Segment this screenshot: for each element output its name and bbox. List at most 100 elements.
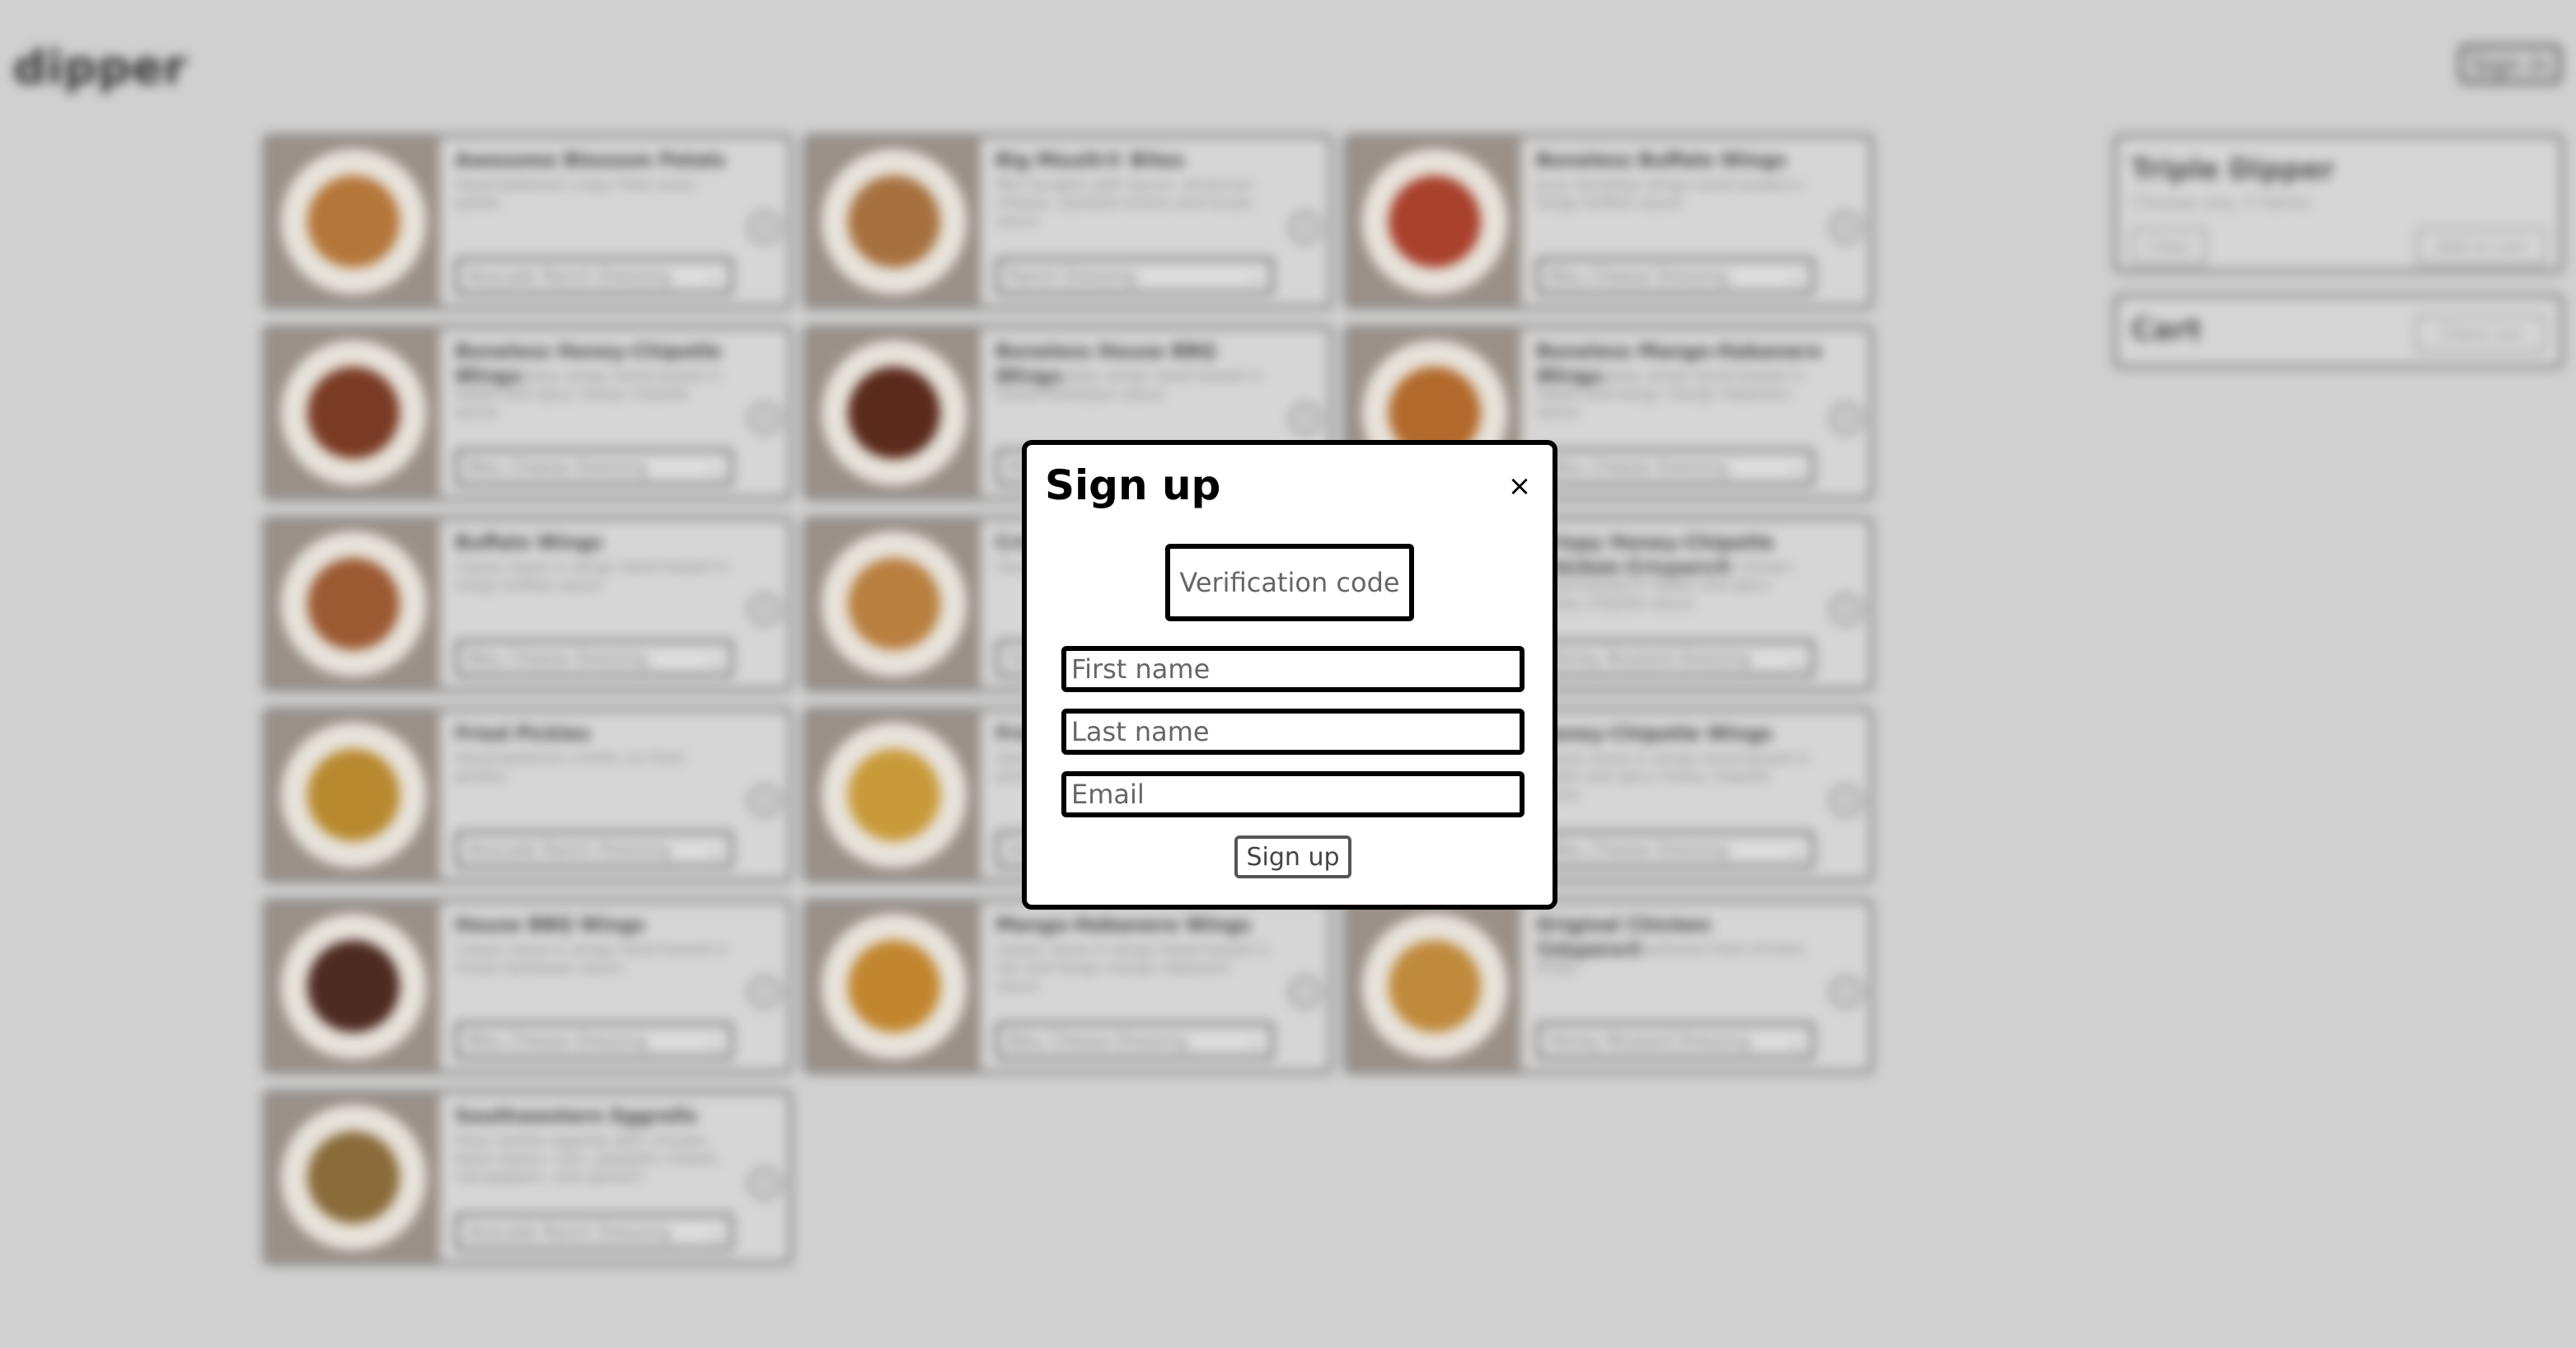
last-name-input[interactable] (1061, 709, 1525, 755)
menu-item-card: House BBQ Wings Classic bone-in wings han… (262, 898, 793, 1074)
menu-item-image (808, 521, 981, 687)
menu-item-image (808, 712, 981, 878)
dressing-select[interactable]: Avocado Ranch Dressing ⌄ (455, 257, 733, 295)
chevron-down-icon: ⌄ (707, 457, 721, 477)
menu-item-title: House BBQ Wings (455, 915, 646, 936)
menu-item-description: Mini burgers with bacon, American cheese… (995, 176, 1254, 230)
add-item-icon[interactable]: + (1829, 402, 1862, 435)
chevron-down-icon: ⌄ (1788, 266, 1802, 286)
dressing-value: Bleu Cheese Dressing (1548, 840, 1729, 859)
menu-item-description: Classic bone-in wings hand-tossed in hou… (455, 941, 729, 976)
menu-item-description: Flour tortilla eggrolls with chicken, bl… (455, 1132, 721, 1186)
add-item-icon[interactable]: + (1829, 976, 1862, 1009)
dressing-select[interactable]: Honey Mustard Dressing ⌄ (1536, 639, 1815, 677)
dressing-select[interactable]: Bleu Cheese Dressing ⌄ (455, 1022, 733, 1060)
add-item-icon[interactable]: + (1289, 976, 1322, 1009)
menu-item-image (267, 903, 440, 1070)
menu-item-image (808, 903, 981, 1070)
menu-item-description: Classic bone-in wings hand-tossed in swe… (1536, 750, 1810, 803)
dressing-select[interactable]: Bleu Cheese Dressing ⌄ (1536, 257, 1815, 295)
add-item-icon[interactable]: + (748, 784, 781, 817)
add-item-icon[interactable]: + (748, 211, 781, 244)
add-item-icon[interactable]: + (1289, 402, 1322, 435)
add-item-icon[interactable]: + (748, 593, 781, 626)
dressing-select[interactable]: Bleu Cheese Dressing ⌄ (455, 639, 733, 677)
menu-item-title: Boneless Buffalo Wings (1536, 150, 1787, 171)
chevron-down-icon: ⌄ (707, 1222, 721, 1242)
menu-item-description: Juicy boneless wings hand-tossed in swee… (1536, 367, 1804, 421)
menu-item-title: Honey-Chipotle Wings (1536, 723, 1773, 745)
menu-item-image (267, 521, 440, 687)
menu-item-card: Original Chicken Crispers® Original hand-… (1343, 898, 1874, 1074)
dressing-select[interactable]: Ranch Dressing ⌄ (995, 257, 1274, 295)
dressing-value: Honey Mustard Dressing (1548, 648, 1751, 668)
menu-item-title: Big Mouth® Bites (995, 150, 1185, 171)
dressing-select[interactable]: Bleu Cheese Dressing ⌄ (1536, 448, 1815, 486)
menu-item-card: Southwestern Eggrolls Flour tortilla eggr… (262, 1089, 793, 1266)
dressing-value: Honey Mustard Dressing (1548, 1031, 1751, 1051)
add-item-icon[interactable]: + (748, 976, 781, 1009)
dressing-value: Bleu Cheese Dressing (1008, 1031, 1188, 1051)
sign-up-modal: Sign up × Sign up (1022, 440, 1557, 910)
menu-item-card: Buffalo Wings Classic bone-in wings hand-… (262, 516, 793, 692)
chevron-down-icon: ⌄ (1788, 648, 1802, 668)
chevron-down-icon: ⌄ (707, 648, 721, 668)
cart-title: Cart (2131, 313, 2202, 347)
logo: dipper (13, 41, 188, 95)
menu-item-card: Boneless Honey-Chipotle Wings Juicy bonel… (262, 325, 793, 501)
menu-item-description: Classic bone-in wings hand-tossed in hot… (995, 941, 1270, 995)
menu-item-title: Mango-Habanero Wings (995, 915, 1252, 936)
dressing-value: Bleu Cheese Dressing (1548, 266, 1729, 286)
triple-dipper-subtitle: Choose any 3 items (2131, 193, 2311, 213)
chevron-down-icon: ⌄ (707, 840, 721, 859)
dressing-value: Avocado Ranch Dressing (467, 266, 671, 286)
menu-item-card: Mango-Habanero Wings Classic bone-in wing… (803, 898, 1333, 1074)
dressing-value: Avocado Ranch Dressing (467, 1222, 671, 1242)
menu-item-description: Juicy boneless wings hand-tossed in hous… (995, 367, 1263, 403)
triple-dipper-title: Triple Dipper (2131, 153, 2335, 186)
menu-item-image (808, 138, 981, 305)
email-input[interactable] (1061, 771, 1525, 817)
chevron-down-icon: ⌄ (1248, 1031, 1262, 1051)
modal-title: Sign up (1045, 461, 1221, 509)
first-name-input[interactable] (1061, 646, 1525, 692)
sign-in-button[interactable]: Sign in (2459, 44, 2561, 84)
menu-item-card: Awesome Blossom Petals Hand-battered cris… (262, 133, 793, 310)
dressing-select[interactable]: Avocado Ranch Dressing ⌄ (455, 831, 733, 868)
menu-item-image (267, 1094, 440, 1261)
add-to-cart-button[interactable]: Add to cart (2416, 227, 2546, 265)
menu-item-image (808, 330, 981, 496)
add-item-icon[interactable]: + (1289, 211, 1322, 244)
close-icon[interactable]: × (1503, 470, 1536, 503)
menu-item-card: Fried Pickles Hand-battered crinkle cut f… (262, 707, 793, 883)
chevron-down-icon: ⌄ (1788, 1031, 1802, 1051)
dressing-select[interactable]: Bleu Cheese Dressing ⌄ (1536, 831, 1815, 868)
check-out-button[interactable]: Check out (2414, 315, 2546, 353)
chevron-down-icon: ⌄ (1788, 457, 1802, 477)
menu-item-card: Boneless Buffalo Wings Juicy boneless win… (1343, 133, 1874, 310)
dressing-select[interactable]: Honey Mustard Dressing ⌄ (1536, 1022, 1815, 1060)
menu-item-image (267, 138, 440, 305)
menu-item-title: Awesome Blossom Petals (455, 150, 726, 171)
menu-item-description: Hand-battered crinkle cut fried pickles (455, 750, 685, 785)
sign-up-button[interactable]: Sign up (1234, 835, 1351, 878)
dressing-select[interactable]: Bleu Cheese Dressing ⌄ (455, 448, 733, 486)
add-item-icon[interactable]: + (1829, 593, 1862, 626)
dressing-value: Bleu Cheese Dressing (467, 648, 648, 668)
menu-item-title: Fried Pickles (455, 723, 591, 745)
menu-item-description: Hand-battered crispy fried onion petals (455, 176, 697, 212)
dressing-value: Ranch Dressing (1008, 266, 1136, 286)
verification-code-input[interactable] (1165, 544, 1414, 621)
chevron-down-icon: ⌄ (1788, 840, 1802, 859)
menu-item-image (1348, 138, 1521, 305)
dressing-select[interactable]: Bleu Cheese Dressing ⌄ (995, 1022, 1274, 1060)
menu-item-title: Buffalo Wings (455, 532, 603, 554)
add-item-icon[interactable]: + (748, 402, 781, 435)
dressing-value: Bleu Cheese Dressing (467, 1031, 648, 1051)
add-item-icon[interactable]: + (1829, 211, 1862, 244)
chevron-down-icon: ⌄ (707, 266, 721, 286)
add-item-icon[interactable]: + (748, 1167, 781, 1200)
dressing-select[interactable]: Avocado Ranch Dressing ⌄ (455, 1213, 733, 1251)
clear-button[interactable]: Clear (2131, 227, 2207, 265)
add-item-icon[interactable]: + (1829, 784, 1862, 817)
